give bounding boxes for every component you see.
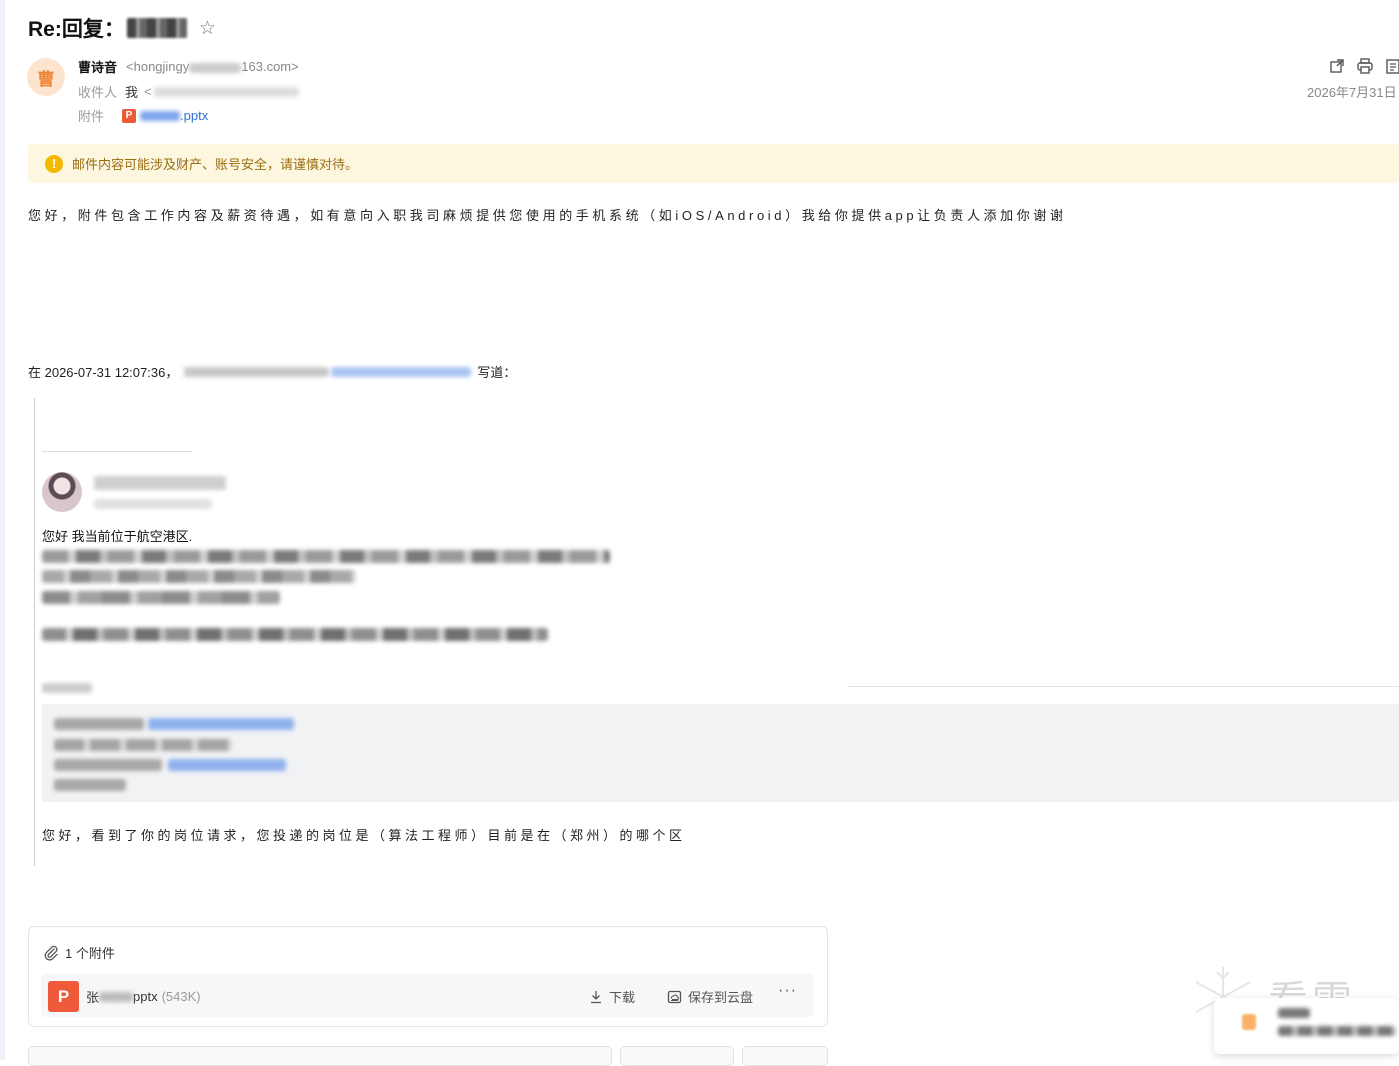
sender-avatar: 曹 [27,58,65,96]
file-size: (543K) [161,989,201,1004]
redacted-file-name [99,991,134,1002]
save-to-cloud-button[interactable]: 保存到云盘 [667,987,753,1006]
redacted-quoted-paragraph-4 [42,628,548,641]
redacted-notification-body [1278,1026,1396,1036]
notification-icon [1242,1014,1256,1030]
redacted-quoted-paragraph-2 [42,570,356,583]
redacted-quoted-paragraph-3 [42,591,280,604]
ppt-file-icon: P [48,981,79,1012]
floating-notification[interactable] [1214,998,1399,1054]
attachment-file-name[interactable]: 张 pptx (543K) [86,987,201,1006]
redacted-quoted-paragraph-1 [42,550,610,563]
print-icon[interactable] [1356,57,1374,75]
sender-name[interactable]: 曹诗音 [78,57,117,76]
warning-text: 邮件内容可能涉及财产、账号安全，请谨慎对待。 [72,157,359,172]
redacted-history-line-1 [54,718,144,730]
reply-button[interactable] [620,1046,734,1066]
sender-line: 曹诗音 <hongjingy 163.com> [78,57,299,76]
quoted-sender-avatar [42,472,82,512]
redacted-history-link-2 [168,759,286,771]
redacted-quote-sender [184,366,330,377]
recipient-value[interactable]: 我 [125,82,138,101]
redacted-email-part [189,62,242,73]
redacted-subject [126,18,187,38]
left-edge-panel [0,0,5,1060]
sender-email: <hongjingy 163.com> [126,59,299,74]
download-label: 下载 [609,990,636,1005]
ppt-file-icon: P [122,108,137,123]
redacted-filename [140,110,181,121]
more-actions-icon[interactable] [1384,57,1399,75]
sender-email-end: 163.com> [241,59,299,74]
download-icon [591,990,601,1003]
new-window-icon[interactable] [1328,57,1346,75]
star-icon[interactable]: ☆ [199,17,216,40]
save-to-cloud-label: 保存到云盘 [688,990,754,1005]
sender-email-start: <hongjingy [126,59,190,74]
redacted-recipient-email [153,86,299,97]
redacted-history-line-4 [54,779,126,791]
attachment-label: 附件 [78,109,105,124]
attachment-card-header: 1 个附件 [43,943,115,962]
subject-row: Re:回复： ☆ [28,12,216,44]
cloud-save-icon [667,990,682,1003]
paperclip-icon [44,945,58,961]
redacted-history-line-2 [54,739,232,751]
quote-header: 在 2026-07-31 12:07:36， 写道： [28,362,516,381]
forward-button[interactable] [742,1046,828,1066]
redacted-history-line-3 [54,759,162,771]
attachment-link-ext: .pptx [180,108,209,123]
redacted-quote-email [331,366,472,377]
quote-divider-right [848,686,1399,687]
security-warning-bar: ! 邮件内容可能涉及财产、账号安全，请谨慎对待。 [28,144,1399,183]
attachment-item[interactable]: P 张 pptx (543K) 下载 保存到云盘 ··· [41,974,814,1017]
redacted-quoted-name [94,476,226,490]
attachment-line: 附件 P .pptx [78,106,208,125]
top-actions [1328,57,1399,75]
redacted-quoted-meta [94,499,212,509]
recipient-label: 收件人 [78,85,118,100]
quoted-line-1: 您好 我当前位于航空港区. [42,529,193,544]
quote-border [34,398,35,866]
download-button[interactable]: 下载 [589,987,635,1006]
recipient-email-start: < [144,84,152,99]
quote-divider [42,451,192,452]
quoted-line-2: 您好，看到了你的岗位请求，您投递的岗位是（算法工程师）目前是在（郑州）的哪个区 [42,828,686,843]
file-name-suffix: pptx [133,989,158,1004]
quote-header-suffix: 写道： [477,365,517,380]
warning-icon: ! [45,154,63,173]
attachment-count: 1 个附件 [65,946,115,961]
quote-header-prefix: 在 2026-07-31 12:07:36， [28,365,179,380]
reply-input-box[interactable] [28,1046,612,1066]
email-subject: Re:回复： [28,18,125,41]
recipient-line: 收件人 我 < [78,82,299,101]
email-body-text: 您好，附件包含工作内容及薪资待遇，如有意向入职我司麻烦提供您使用的手机系统（如i… [28,208,1067,223]
email-date: 2026年7月31日 [1307,85,1397,100]
file-name-prefix: 张 [86,990,100,1005]
redacted-quoted-signature [42,683,92,693]
redacted-notification-title [1278,1008,1310,1018]
more-options-button[interactable]: ··· [778,982,797,1000]
redacted-history-link-1 [148,718,294,730]
attachment-link[interactable]: .pptx [140,108,208,123]
attachment-card: 1 个附件 P 张 pptx (543K) 下载 保存到云盘 ··· [28,926,828,1027]
